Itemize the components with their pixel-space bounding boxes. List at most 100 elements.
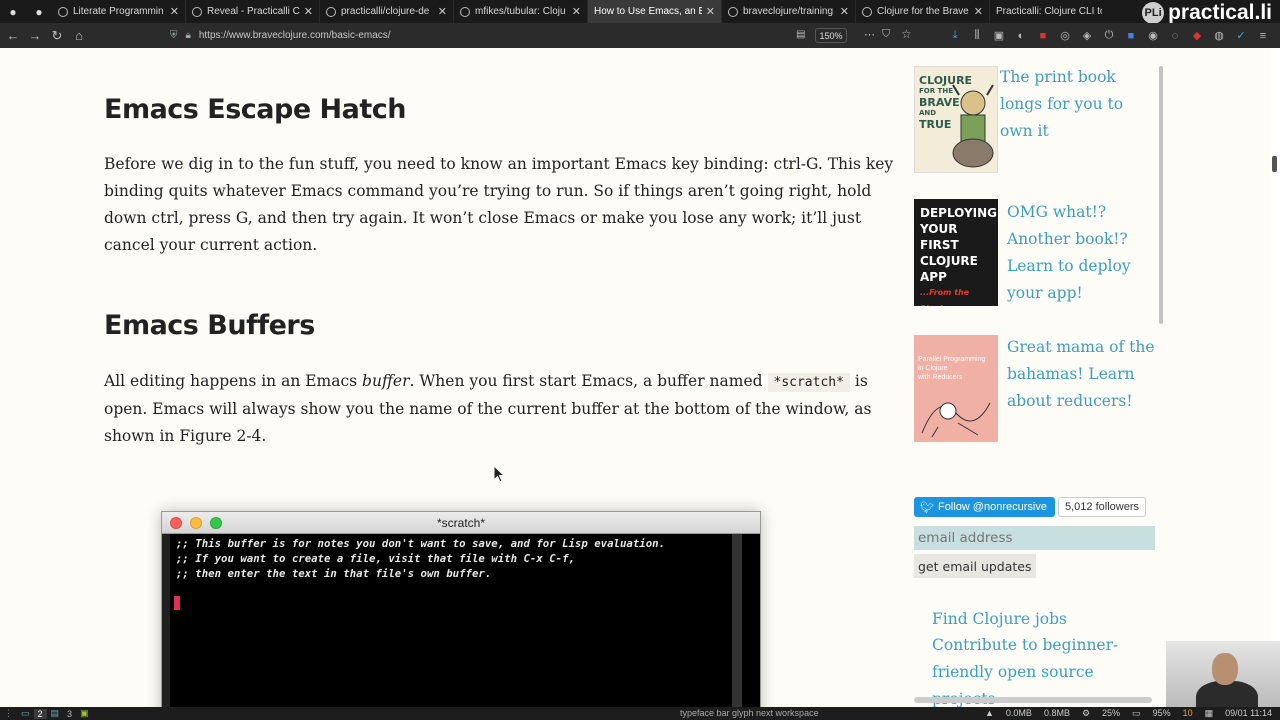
power-icon[interactable]: ⏻ bbox=[1098, 29, 1120, 42]
page-scrollbar[interactable] bbox=[1270, 48, 1280, 710]
pocket-icon[interactable]: ⛉ bbox=[882, 28, 890, 41]
terminal-icon[interactable]: ▭ bbox=[17, 708, 34, 719]
tab-title: Practicalli: Clojure CLI to bbox=[996, 6, 1102, 17]
library-icon[interactable]: ⫼ bbox=[966, 29, 988, 42]
navigation-bar: ← → ↻ ⌂ ⛨ 🔒︎ https://www.braveclojure.co… bbox=[0, 23, 1280, 48]
globe-icon bbox=[192, 6, 202, 17]
inline-code-scratch: *scratch* bbox=[767, 373, 850, 392]
twitter-follow-label: Follow @nonrecursive bbox=[937, 501, 1047, 513]
reducer-illustration-icon bbox=[921, 402, 991, 438]
practicalli-logo-text: practical.li bbox=[1168, 1, 1272, 24]
close-icon[interactable]: ✕ bbox=[974, 5, 983, 18]
content-scrollbar-thumb[interactable] bbox=[1159, 66, 1163, 324]
scratch-comment-line: ;; This buffer is for notes you don't wa… bbox=[176, 537, 666, 550]
mouse-pointer-icon bbox=[493, 465, 506, 483]
emacs-icon[interactable]: ▣ bbox=[76, 708, 93, 719]
emacs-cursor bbox=[174, 596, 180, 610]
twitter-followers-count[interactable]: 5,012 followers bbox=[1058, 497, 1146, 517]
tab-title: mfikes/tubular: Cloju bbox=[475, 6, 566, 17]
promo-link-reducers[interactable]: Great mama of the bahamas! Learn about r… bbox=[1007, 334, 1157, 415]
promo-link-print-book[interactable]: The print book longs for you to own it bbox=[1000, 64, 1158, 145]
url-text: https://www.braveclojure.com/basic-emacs… bbox=[198, 30, 391, 41]
page-scrollbar-thumb[interactable] bbox=[1272, 156, 1277, 172]
email-address-input[interactable] bbox=[914, 526, 1155, 550]
extension-icon[interactable]: ◉ bbox=[1142, 29, 1164, 42]
close-icon[interactable]: ✕ bbox=[170, 5, 179, 18]
close-icon[interactable]: ✕ bbox=[438, 5, 447, 18]
link-find-clojure-jobs[interactable]: Find Clojure jobs bbox=[932, 606, 1067, 633]
extension-icon[interactable]: ◐ bbox=[1010, 30, 1032, 42]
cover-line: CLOJURE APP bbox=[920, 254, 978, 284]
tab-reveal-practicalli[interactable]: Reveal - Practicalli Cl ✕ bbox=[186, 0, 320, 23]
extension-red-icon[interactable]: ■ bbox=[1032, 30, 1054, 42]
tab-braveclojure-training[interactable]: braveclojure/training ✕ bbox=[722, 0, 856, 23]
book-cover-deploying-clojure-app[interactable]: DEPLOYING YOUR FIRST CLOJURE APP ...From… bbox=[914, 199, 998, 306]
tab-how-to-use-emacs[interactable]: How to Use Emacs, an E ✕ bbox=[588, 0, 722, 23]
webcam-overlay bbox=[1166, 641, 1280, 711]
lock-icon: 🔒︎ bbox=[185, 30, 191, 41]
paragraph-text: All editing happens in an Emacs bbox=[104, 372, 363, 390]
bookmark-star-icon[interactable]: ☆ bbox=[901, 27, 912, 41]
workspace-3[interactable]: 3 bbox=[63, 709, 76, 719]
tab-mfikes-tubular[interactable]: mfikes/tubular: Cloju ✕ bbox=[454, 0, 588, 23]
tab-literate-programming[interactable]: Literate Programmin ✕ bbox=[52, 0, 186, 23]
extension-red-icon[interactable]: ◆ bbox=[1186, 29, 1208, 42]
url-bar[interactable]: ⛨ 🔒︎ https://www.braveclojure.com/basic-… bbox=[170, 26, 920, 45]
extension-icon[interactable]: ◍ bbox=[1208, 29, 1230, 42]
book-cover-parallel-reducers[interactable]: Parallel Programming in Clojure with Red… bbox=[914, 335, 998, 442]
tab-clojure-for-the-brave[interactable]: Clojure for the Brave ✕ bbox=[856, 0, 990, 23]
cover-text: Parallel Programming in Clojure with Red… bbox=[918, 355, 985, 382]
globe-icon bbox=[58, 6, 68, 17]
sidebar-horizontal-scrollbar[interactable] bbox=[914, 697, 1152, 703]
page-actions-icon[interactable]: ⋯ bbox=[864, 28, 875, 41]
cover-line: with Reducers bbox=[918, 374, 963, 381]
workspace-2[interactable]: 2 bbox=[33, 708, 47, 719]
tab-title: braveclojure/training bbox=[743, 6, 834, 17]
tab-title: Literate Programmin bbox=[73, 6, 164, 17]
browser-icon[interactable]: ▤ bbox=[47, 708, 64, 719]
emacs-screenshot-figure: *scratch* ;; This buffer is for notes yo… bbox=[161, 511, 761, 720]
clock[interactable]: 09/01 11:14 bbox=[1225, 707, 1272, 720]
email-updates-button[interactable]: get email updates bbox=[914, 554, 1036, 578]
sidebar-icon[interactable]: ▣ bbox=[988, 29, 1010, 42]
cover-line: YOUR FIRST bbox=[920, 222, 959, 252]
home-icon[interactable]: ⌂ bbox=[68, 23, 90, 48]
toolbar-extensions: ⤓ ⫼ ▣ ◐ ■ ◎ ◈ ⏻ ■ ◉ ◌ ◆ ◍ ✓ ≡ bbox=[944, 23, 1274, 48]
close-icon[interactable]: ✕ bbox=[572, 5, 581, 18]
heading-emacs-escape-hatch: Emacs Escape Hatch bbox=[104, 94, 407, 125]
close-icon[interactable]: ✕ bbox=[840, 5, 849, 18]
close-icon[interactable]: ✕ bbox=[304, 5, 313, 18]
menu-icon[interactable]: ≡ bbox=[1252, 30, 1274, 42]
tab-practicalli-clojure[interactable]: practicalli/clojure-de ✕ bbox=[320, 0, 454, 23]
reader-view-icon[interactable]: ▤ bbox=[796, 29, 805, 40]
extension-check-icon[interactable]: ✓ bbox=[1230, 29, 1252, 42]
tab-practicalli-clojure-cli[interactable]: Practicalli: Clojure CLI to bbox=[990, 0, 1108, 23]
app-launcher-icon[interactable]: ⋮ bbox=[0, 708, 17, 719]
notifications-count[interactable]: 10 bbox=[1183, 707, 1193, 720]
extension-icon[interactable]: ◎ bbox=[1054, 29, 1076, 42]
download-icon[interactable]: ⤓ bbox=[944, 29, 966, 42]
close-icon[interactable]: ✕ bbox=[706, 5, 715, 18]
tab-title: How to Use Emacs, an E bbox=[594, 6, 702, 17]
forward-icon[interactable]: → bbox=[24, 23, 46, 48]
tab-list-icon[interactable]: ● bbox=[26, 0, 52, 23]
reload-icon[interactable]: ↻ bbox=[46, 23, 68, 48]
book-cover-brave-and-true[interactable]: CLOJURE FOR THE BRAVE AND TRUE bbox=[914, 66, 998, 173]
zoom-level[interactable]: 150% bbox=[815, 28, 847, 43]
calendar-icon: ▦ bbox=[1204, 708, 1214, 718]
content-scrollbar[interactable] bbox=[1157, 64, 1165, 720]
extension-blue-icon[interactable]: ■ bbox=[1120, 30, 1142, 42]
promo-link-deploy-app[interactable]: OMG what!? Another book!? Learn to deplo… bbox=[1007, 199, 1157, 307]
cover-line: DEPLOYING bbox=[920, 206, 997, 220]
extension-icon[interactable]: ◌ bbox=[1164, 30, 1186, 42]
tab-title: practicalli/clojure-de bbox=[341, 6, 430, 17]
extension-icon[interactable]: ◈ bbox=[1076, 29, 1098, 42]
cover-line: in Clojure bbox=[918, 365, 948, 372]
battery-value: 95% bbox=[1152, 708, 1171, 718]
back-icon[interactable]: ← bbox=[2, 23, 24, 48]
heading-emacs-buffers: Emacs Buffers bbox=[104, 310, 315, 341]
practicalli-logo-badge: PLi bbox=[1142, 2, 1165, 24]
twitter-follow-button[interactable]: 🐦︎ Follow @nonrecursive bbox=[914, 497, 1055, 517]
tab-scroll-left-icon[interactable]: ● bbox=[0, 0, 26, 23]
tab-title: Reveal - Practicalli Cl bbox=[207, 6, 300, 17]
